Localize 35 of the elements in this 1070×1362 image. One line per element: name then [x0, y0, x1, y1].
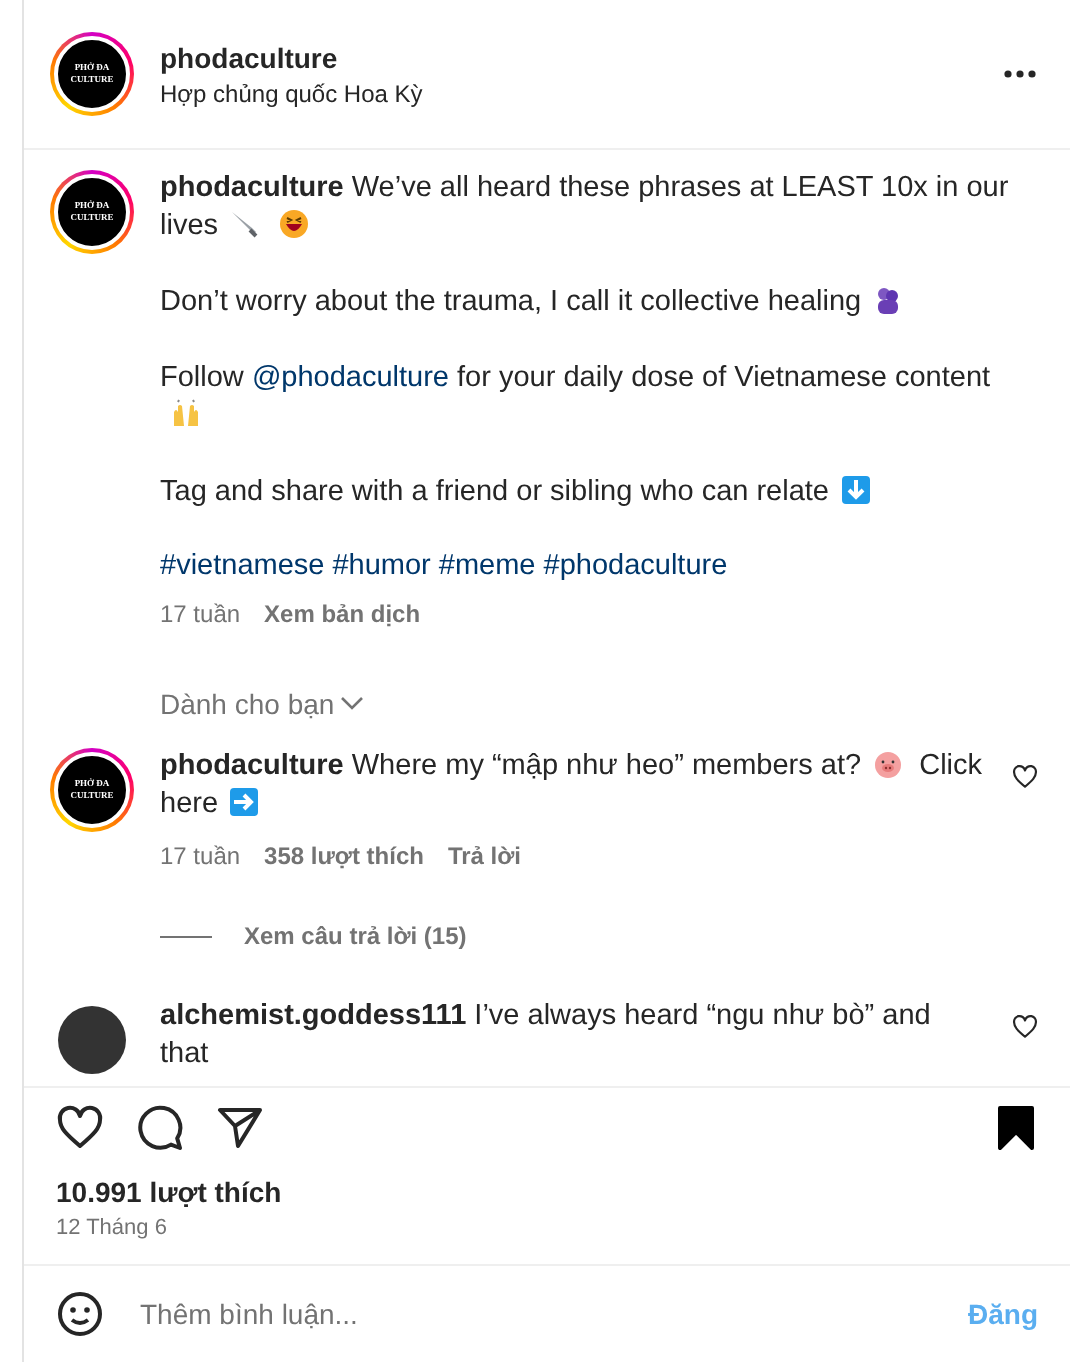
- post-age: 17 tuần: [160, 600, 241, 628]
- like-icon[interactable]: [1012, 1014, 1038, 1040]
- laughing-face-icon: [278, 208, 311, 240]
- hashtag-link[interactable]: #phodaculture: [543, 550, 728, 582]
- comment-text: alchemist.goddess111 I’ve always heard “ngu như bò” and that: [160, 998, 933, 1074]
- chevron-down-icon: [340, 696, 365, 712]
- translate-link[interactable]: Xem bản dịch: [264, 600, 421, 628]
- reply-link[interactable]: Trả lời: [447, 842, 521, 870]
- comment-age: 17 tuần: [160, 842, 241, 870]
- hashtag-link[interactable]: #vietnamese: [160, 550, 325, 582]
- mention-link[interactable]: @phodaculture: [251, 362, 449, 394]
- location-link[interactable]: Hợp chủng quốc Hoa Kỳ: [160, 79, 976, 107]
- caption-text: Follow @phodaculture for your daily dose of Vietnamese content: [160, 360, 1038, 436]
- caption-text: Tag and share with a friend or sibling who can relate: [160, 474, 1038, 512]
- caption-text: phodaculture We’ve all heard these phrases at LEAST 10x in our lives: [160, 170, 1011, 246]
- for-you-dropdown[interactable]: Dành cho bạn: [160, 688, 365, 720]
- bookmark-icon[interactable]: [994, 1104, 1038, 1152]
- like-icon[interactable]: [1012, 764, 1038, 790]
- pig-face-icon: [871, 748, 904, 780]
- avatar-photo-placeholder[interactable]: [58, 1006, 126, 1074]
- username-link[interactable]: phodaculture: [160, 41, 976, 73]
- like-icon[interactable]: [56, 1104, 104, 1152]
- emoji-icon[interactable]: [56, 1290, 104, 1338]
- like-count[interactable]: 10.991 lượt thích: [24, 1168, 1070, 1208]
- hashtag-link[interactable]: #meme: [438, 550, 536, 582]
- caption-text: Don’t worry about the trauma, I call it collective healing: [160, 284, 1038, 322]
- comment-likes[interactable]: 358 lượt thích: [264, 842, 424, 870]
- comment-icon[interactable]: [136, 1104, 184, 1152]
- hashtag-link[interactable]: #humor: [332, 550, 431, 582]
- post-date: 12 Tháng 6: [54, 1214, 169, 1244]
- more-options-icon[interactable]: [1002, 68, 1038, 80]
- comment-text: phodaculture Where my “mập như heo” members at? Click here: [160, 748, 985, 824]
- raised-hands-icon: [170, 398, 202, 430]
- view-replies-link[interactable]: Xem câu trả lời (15): [244, 922, 467, 950]
- share-icon[interactable]: [216, 1104, 264, 1152]
